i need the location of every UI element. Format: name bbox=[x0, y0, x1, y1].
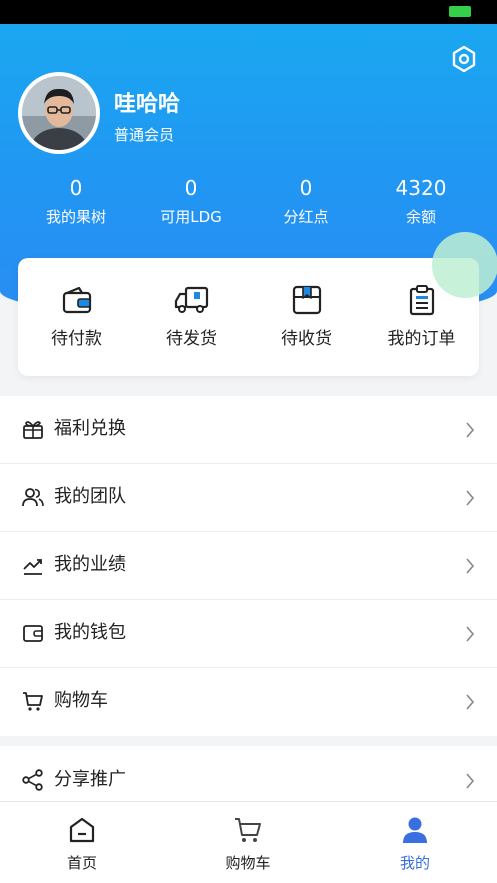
order-label: 我的订单 bbox=[387, 329, 456, 349]
orders-card: 待付款 待发货 待收货 我的订单 bbox=[18, 258, 479, 376]
stat-value: 0 bbox=[69, 176, 83, 200]
wallet-icon bbox=[62, 286, 91, 314]
menu-label: 我的团队 bbox=[54, 486, 126, 507]
stat-label: 我的果树 bbox=[45, 208, 106, 226]
menu-item-share-promote[interactable]: 分享推广 bbox=[0, 746, 497, 802]
tab-label: 购物车 bbox=[225, 854, 271, 872]
menu-label: 购物车 bbox=[54, 690, 108, 711]
chevron-right-icon bbox=[466, 490, 475, 506]
stat-value: 4320 bbox=[395, 176, 447, 200]
home-icon bbox=[69, 817, 95, 843]
menu-item-shopping-cart[interactable]: 购物车 bbox=[0, 668, 497, 736]
tab-cart[interactable]: 购物车 bbox=[188, 816, 308, 873]
menu-label: 福利兑换 bbox=[54, 418, 126, 439]
menu-list: 福利兑换 我的团队 我的业绩 我的钱包 购物车 bbox=[0, 396, 497, 736]
user-icon bbox=[403, 817, 427, 843]
tab-label: 我的 bbox=[399, 854, 430, 872]
menu-item-my-team[interactable]: 我的团队 bbox=[0, 464, 497, 532]
team-icon bbox=[22, 488, 44, 507]
wallet-icon bbox=[23, 625, 43, 642]
status-bar bbox=[0, 0, 497, 24]
order-label: 待付款 bbox=[51, 329, 102, 349]
order-label: 待发货 bbox=[166, 329, 217, 349]
avatar-photo bbox=[22, 76, 96, 150]
avatar[interactable] bbox=[18, 72, 100, 154]
trend-icon bbox=[23, 559, 42, 575]
order-pending-receipt[interactable]: 待收货 bbox=[249, 284, 364, 349]
share-icon bbox=[22, 769, 43, 791]
tab-mine[interactable]: 我的 bbox=[355, 816, 475, 873]
chevron-right-icon bbox=[466, 773, 475, 789]
stat-balance[interactable]: 4320 余额 bbox=[366, 176, 476, 227]
settings-icon[interactable] bbox=[450, 44, 478, 74]
stat-dividend-points[interactable]: 0 分红点 bbox=[251, 176, 361, 227]
chevron-right-icon bbox=[466, 626, 475, 642]
menu-label: 分享推广 bbox=[54, 769, 126, 790]
tab-label: 首页 bbox=[66, 854, 97, 872]
stat-fruit-trees[interactable]: 0 我的果树 bbox=[21, 176, 131, 227]
gift-icon bbox=[23, 421, 43, 439]
chevron-right-icon bbox=[466, 558, 475, 574]
floating-button[interactable] bbox=[432, 232, 497, 298]
chevron-right-icon bbox=[466, 694, 475, 710]
menu-item-my-performance[interactable]: 我的业绩 bbox=[0, 532, 497, 600]
stat-label: 分红点 bbox=[283, 208, 329, 226]
battery-icon bbox=[449, 6, 471, 17]
chevron-right-icon bbox=[466, 422, 475, 438]
order-label: 待收货 bbox=[281, 329, 332, 349]
stat-value: 0 bbox=[299, 176, 313, 200]
stat-label: 可用LDG bbox=[160, 208, 222, 226]
menu-label: 我的业绩 bbox=[54, 554, 126, 575]
tab-home[interactable]: 首页 bbox=[22, 816, 142, 873]
bottom-tab-bar: 首页 购物车 我的 bbox=[0, 801, 497, 883]
menu-label: 我的钱包 bbox=[54, 622, 126, 643]
cart-icon bbox=[23, 692, 43, 711]
member-level: 普通会员 bbox=[114, 126, 175, 144]
menu-item-my-wallet[interactable]: 我的钱包 bbox=[0, 600, 497, 668]
box-icon bbox=[292, 285, 321, 315]
menu-item-welfare-exchange[interactable]: 福利兑换 bbox=[0, 396, 497, 464]
order-pending-payment[interactable]: 待付款 bbox=[19, 284, 134, 349]
order-pending-shipment[interactable]: 待发货 bbox=[134, 284, 249, 349]
truck-icon bbox=[174, 286, 208, 313]
stat-value: 0 bbox=[184, 176, 198, 200]
clipboard-icon bbox=[409, 285, 434, 316]
stat-available-ldg[interactable]: 0 可用LDG bbox=[136, 176, 246, 227]
stat-label: 余额 bbox=[405, 208, 436, 226]
menu-list-2: 分享推广 bbox=[0, 746, 497, 802]
username: 哇哈哈 bbox=[114, 92, 181, 117]
cart-icon bbox=[235, 818, 261, 842]
